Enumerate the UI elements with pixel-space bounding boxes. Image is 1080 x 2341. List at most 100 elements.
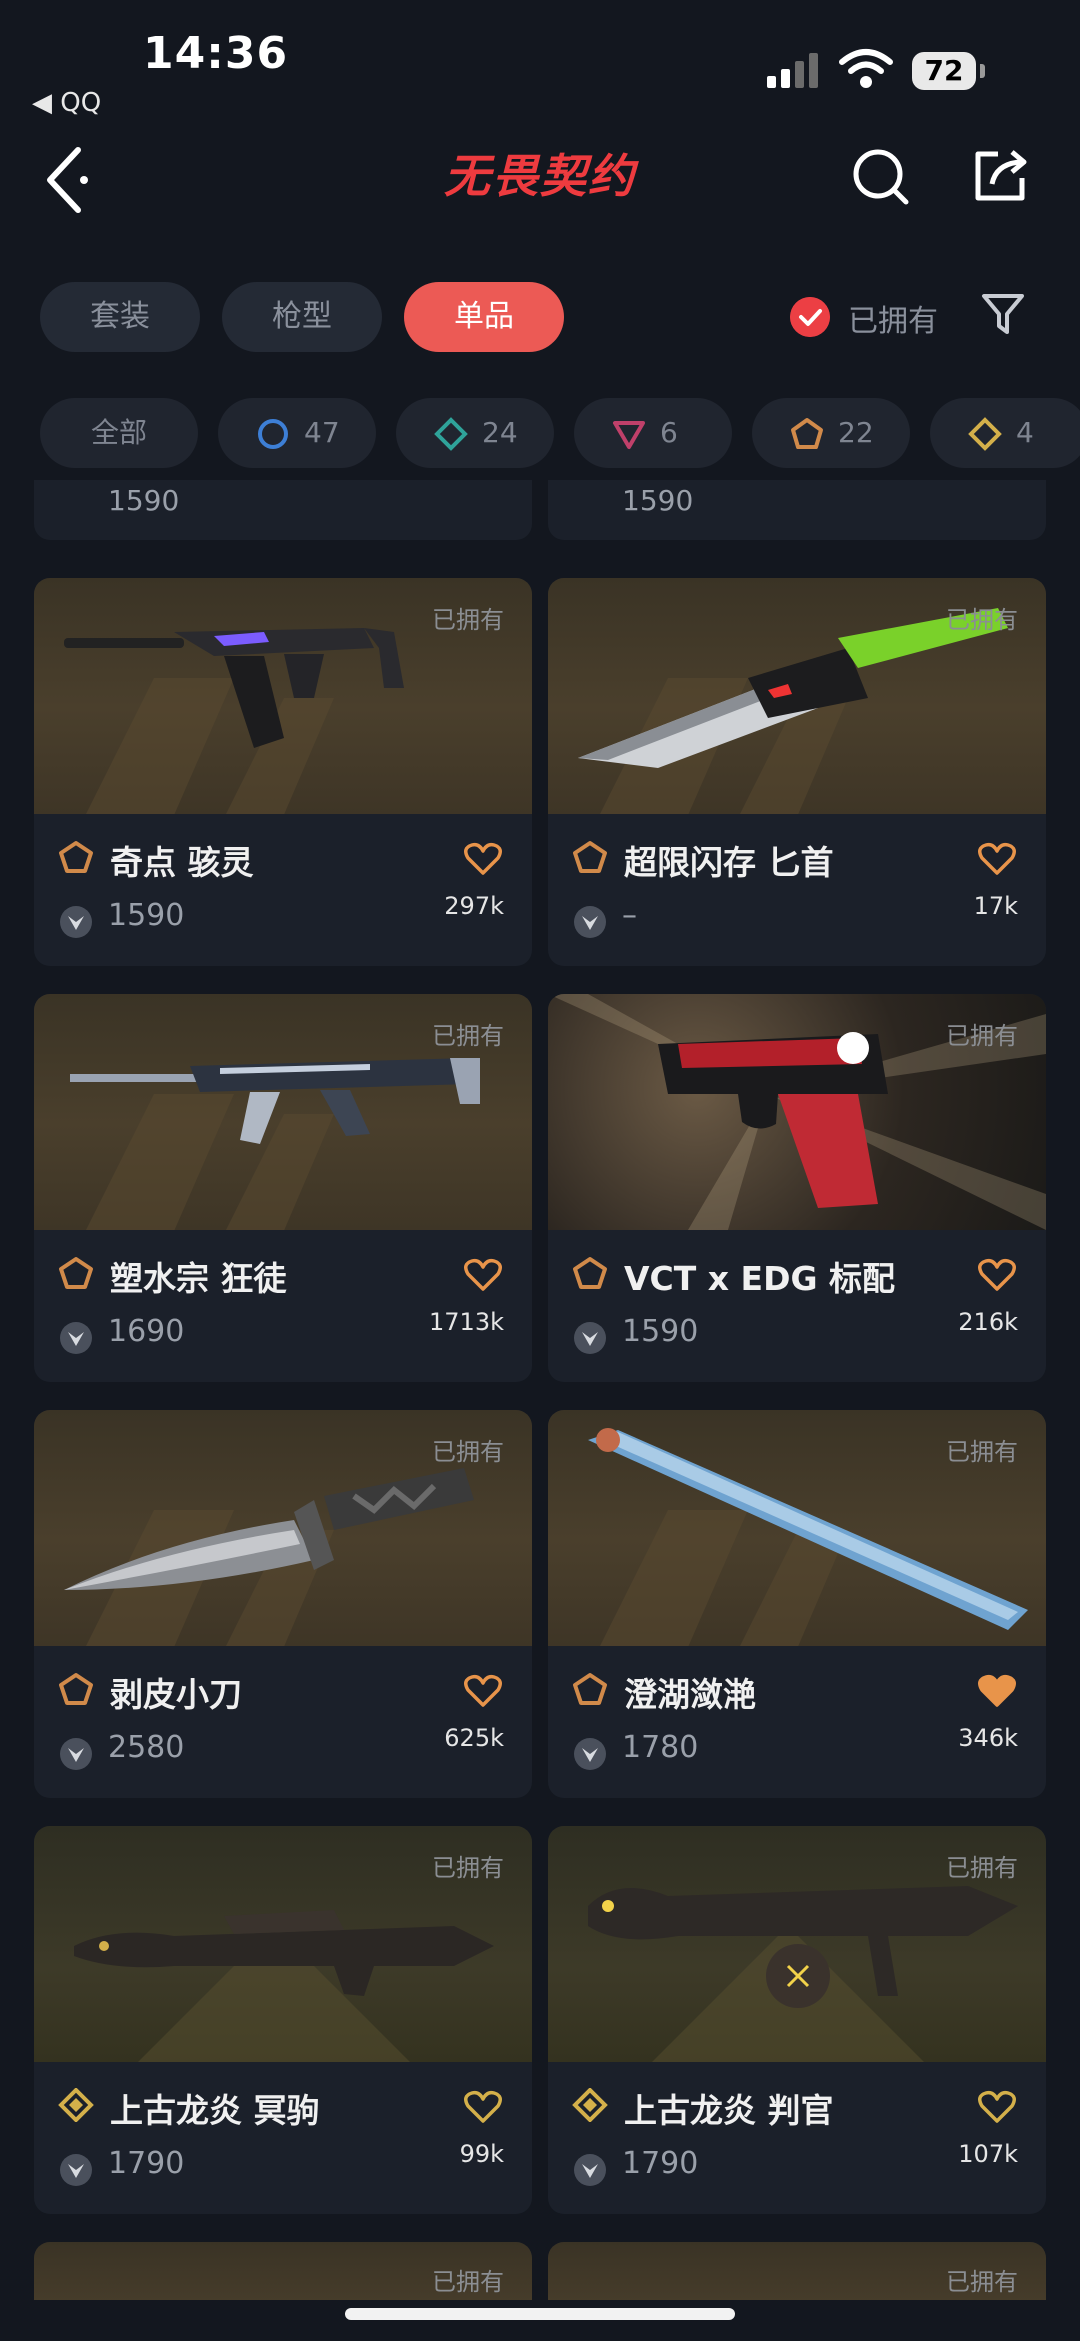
checkmark-icon — [790, 297, 830, 337]
top-nav: 无畏契约 — [0, 130, 1080, 250]
heart-outline-icon[interactable] — [978, 1258, 1016, 1292]
battery-indicator: 72 — [912, 52, 976, 90]
vp-currency-icon — [574, 906, 606, 938]
owned-tag: 已拥有 — [946, 1438, 1018, 1466]
heart-outline-icon[interactable] — [978, 842, 1016, 876]
diamond-tier-icon — [434, 417, 468, 451]
item-name: 剥皮小刀 — [110, 1675, 242, 1714]
pentagon-tier-icon — [59, 1257, 93, 1289]
item-card[interactable]: 已拥有 塑水宗 狂徒 1690 1713k — [34, 994, 532, 1382]
chip-all[interactable]: 全部 — [40, 398, 198, 468]
pentagon-tier-icon — [573, 1257, 607, 1289]
back-to-app-link[interactable]: ◀ QQ — [32, 88, 101, 118]
partial-card[interactable]: 已拥有 — [548, 2242, 1046, 2300]
item-card[interactable]: 已拥有 VCT x EDG 标配 1590 216k — [548, 994, 1046, 1382]
clock: 14:36 — [143, 28, 289, 79]
vp-currency-icon — [574, 1322, 606, 1354]
owned-tag: 已拥有 — [946, 606, 1018, 634]
owned-tag: 已拥有 — [432, 606, 504, 634]
heart-outline-icon[interactable] — [978, 2090, 1016, 2124]
item-card[interactable]: 已拥有 超限闪存 匕首 – 17k — [548, 578, 1046, 966]
item-price: 1690 — [108, 1314, 185, 1349]
chip-premium-tier[interactable]: 6 — [574, 398, 732, 468]
owned-tag: 已拥有 — [432, 1854, 504, 1882]
chip-count: 24 — [482, 416, 518, 449]
partial-card[interactable]: 1590 — [548, 480, 1046, 540]
item-image: 已拥有 — [548, 1826, 1046, 2062]
heart-filled-icon[interactable] — [978, 1674, 1016, 1708]
chip-exclusive-tier[interactable]: 22 — [752, 398, 910, 468]
rifle-weapon-icon — [70, 1058, 480, 1144]
item-name: 奇点 骇灵 — [110, 843, 254, 882]
item-card[interactable]: 已拥有 上古龙炎 冥驹 1790 99k — [34, 1826, 532, 2214]
share-icon[interactable] — [970, 144, 1032, 206]
partial-card[interactable]: 已拥有 — [34, 2242, 532, 2300]
heart-outline-icon[interactable] — [464, 842, 502, 876]
circle-tier-icon — [258, 419, 288, 449]
item-image: 已拥有 — [34, 1410, 532, 1646]
vp-currency-icon — [60, 906, 92, 938]
item-card[interactable]: 已拥有 上古龙炎 判官 1790 107k — [548, 1826, 1046, 2214]
pentagon-tier-icon — [573, 1673, 607, 1705]
chip-ultra-tier[interactable]: 4 — [930, 398, 1080, 468]
like-count: 216k — [958, 1308, 1018, 1336]
pentagon-tier-icon — [59, 841, 93, 873]
item-name: 塑水宗 狂徒 — [110, 1259, 287, 1298]
owned-tag: 已拥有 — [432, 1438, 504, 1466]
item-price: 1790 — [622, 2146, 699, 2181]
item-grid: 1590 1590 已拥有 奇点 骇灵 1590 297k 已拥有 超限闪存 匕… — [0, 480, 1080, 2300]
owned-filter-label: 已拥有 — [848, 304, 938, 339]
diamond-gold-tier-icon — [968, 417, 1002, 451]
item-image: 已拥有 — [548, 1410, 1046, 1646]
like-count: 107k — [958, 2140, 1018, 2168]
item-price: 2580 — [108, 1730, 185, 1765]
vp-currency-icon — [60, 2154, 92, 2186]
pentagon-tier-icon — [59, 1673, 93, 1705]
item-name: VCT x EDG 标配 — [624, 1259, 896, 1298]
like-count: 625k — [444, 1724, 504, 1752]
app-logo: 无畏契约 — [444, 149, 636, 203]
vp-currency-icon — [60, 1738, 92, 1770]
item-card[interactable]: 已拥有 澄湖潋滟 1780 346k — [548, 1410, 1046, 1798]
item-price: – — [622, 898, 637, 933]
search-icon[interactable] — [850, 146, 912, 208]
owned-tag: 已拥有 — [946, 1022, 1018, 1050]
knife-weapon-icon — [64, 1468, 474, 1590]
owned-tag: 已拥有 — [432, 1022, 504, 1050]
tab-suits[interactable]: 套装 — [40, 282, 200, 352]
back-arrow-icon[interactable] — [40, 142, 96, 218]
item-name: 超限闪存 匕首 — [624, 843, 834, 882]
chip-deluxe-tier[interactable]: 24 — [396, 398, 554, 468]
item-price: 1590 — [108, 898, 185, 933]
diamond-tier-icon — [572, 2088, 608, 2122]
filter-funnel-icon[interactable] — [980, 290, 1026, 340]
item-card[interactable]: 已拥有 剥皮小刀 2580 625k — [34, 1410, 532, 1798]
like-count: 17k — [973, 892, 1018, 920]
heart-outline-icon[interactable] — [464, 1258, 502, 1292]
item-image: 已拥有 — [34, 994, 532, 1230]
partial-price: 1590 — [108, 484, 180, 517]
item-name: 上古龙炎 判官 — [624, 2091, 834, 2130]
smg-weapon-icon — [64, 628, 404, 748]
heart-outline-icon[interactable] — [464, 2090, 502, 2124]
item-image: 已拥有 — [548, 994, 1046, 1230]
item-price: 1780 — [622, 1730, 699, 1765]
tab-gun-type[interactable]: 枪型 — [222, 282, 382, 352]
partial-card[interactable]: 1590 — [34, 480, 532, 540]
item-card[interactable]: 已拥有 奇点 骇灵 1590 297k — [34, 578, 532, 966]
item-image: 已拥有 — [34, 1826, 532, 2062]
status-bar: 14:36 ◀ QQ 72 — [0, 0, 1080, 130]
pistol-weapon-icon — [658, 1032, 888, 1208]
like-count: 99k — [459, 2140, 504, 2168]
cellular-signal-icon — [767, 53, 818, 88]
item-name: 上古龙炎 冥驹 — [110, 2091, 320, 2130]
home-indicator[interactable] — [345, 2308, 735, 2320]
wifi-icon — [839, 49, 893, 88]
chip-select-tier[interactable]: 47 — [218, 398, 376, 468]
item-name: 澄湖潋滟 — [624, 1675, 756, 1714]
tab-single-items[interactable]: 单品 — [404, 282, 564, 352]
dragon-shotgun-weapon-icon — [588, 1886, 1018, 2008]
heart-outline-icon[interactable] — [464, 1674, 502, 1708]
item-image: 已拥有 — [34, 578, 532, 814]
item-price: 1790 — [108, 2146, 185, 2181]
